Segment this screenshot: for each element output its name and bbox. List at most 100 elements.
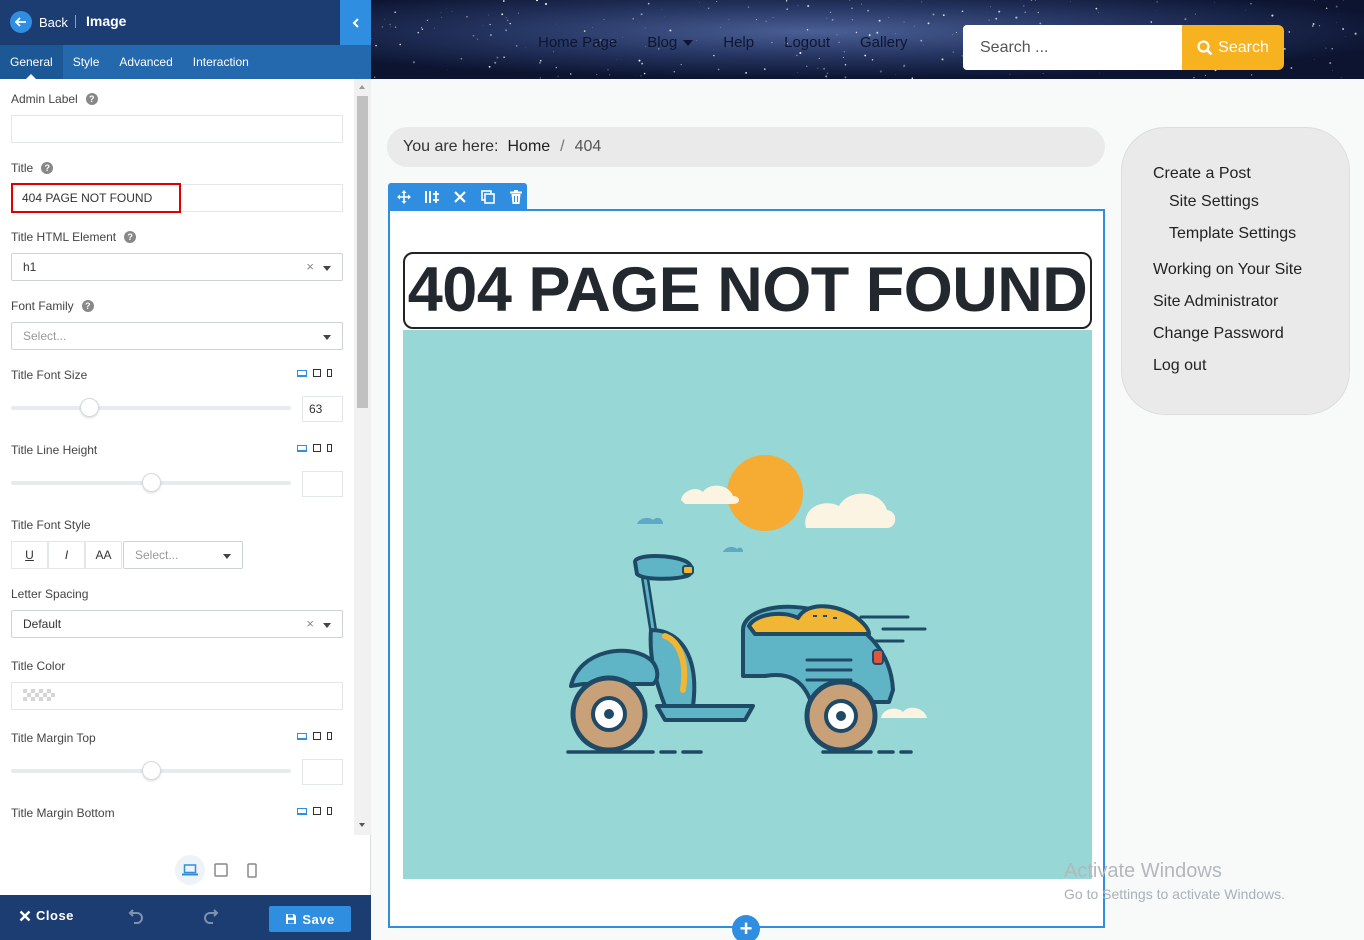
title-font-size-input[interactable]: 63 — [302, 396, 343, 422]
tab-style[interactable]: Style — [63, 45, 110, 79]
star — [525, 47, 526, 48]
breadcrumb-prefix: You are here: — [403, 138, 499, 155]
star — [373, 76, 376, 79]
search-button[interactable]: Search — [1182, 25, 1284, 70]
underline-button[interactable]: U — [11, 541, 48, 569]
star — [867, 9, 870, 12]
star — [1312, 23, 1315, 25]
nav-item-blog[interactable]: Blog — [647, 34, 694, 51]
menu-item-change-password[interactable]: Change Password — [1153, 325, 1284, 343]
tablet-icon[interactable] — [313, 807, 321, 815]
font-weight-select[interactable]: Select... — [123, 541, 243, 569]
star — [1193, 76, 1195, 79]
title-margin-top-input[interactable] — [302, 759, 343, 785]
undo-button[interactable] — [128, 907, 144, 930]
help-icon[interactable]: ? — [124, 231, 137, 243]
tab-interaction[interactable]: Interaction — [183, 45, 259, 79]
menu-item-create-post[interactable]: Create a Post — [1153, 165, 1251, 183]
close-icon — [19, 910, 31, 921]
add-element-button[interactable]: + — [732, 915, 760, 940]
star — [673, 70, 676, 73]
desktop-icon[interactable] — [297, 807, 307, 815]
title-margin-top-slider[interactable] — [11, 761, 291, 780]
italic-button[interactable]: I — [48, 541, 85, 569]
star — [1283, 47, 1286, 50]
save-button[interactable]: Save — [269, 906, 351, 932]
menu-item-log-out[interactable]: Log out — [1153, 357, 1206, 375]
tablet-icon[interactable] — [313, 444, 321, 452]
star — [942, 14, 945, 16]
search-input[interactable]: Search ... — [963, 25, 1183, 70]
collapse-panel-button[interactable] — [340, 0, 371, 45]
scroll-up-arrow-icon[interactable] — [359, 85, 365, 89]
star — [680, 63, 682, 66]
nav-item-gallery[interactable]: Gallery — [860, 34, 908, 51]
mobile-icon[interactable] — [327, 807, 332, 815]
mobile-icon[interactable] — [327, 732, 332, 740]
tab-advanced[interactable]: Advanced — [109, 45, 182, 79]
desktop-icon[interactable] — [297, 444, 307, 452]
tablet-icon[interactable] — [313, 732, 321, 740]
nav-label: Logout — [784, 34, 830, 51]
columns-settings-icon[interactable] — [423, 188, 441, 206]
admin-label-input[interactable] — [11, 115, 343, 143]
nav-item-home[interactable]: Home Page — [538, 34, 617, 51]
help-icon[interactable]: ? — [81, 300, 94, 312]
star — [505, 17, 507, 19]
tools-icon[interactable] — [451, 188, 469, 206]
scroll-thumb[interactable] — [357, 96, 368, 408]
clear-icon[interactable]: × — [306, 259, 314, 274]
image-element[interactable]: 404 PAGE NOT FOUND — [388, 209, 1105, 928]
nav-item-help[interactable]: Help — [723, 34, 754, 51]
breadcrumb-home-link[interactable]: Home — [507, 138, 550, 156]
title-input-highlight[interactable]: 404 PAGE NOT FOUND — [11, 183, 181, 213]
star — [603, 18, 605, 21]
star — [1023, 5, 1025, 7]
title-html-element-heading: Title HTML Element ? — [11, 230, 137, 244]
scroll-down-arrow-icon[interactable] — [359, 823, 365, 827]
nav-item-logout[interactable]: Logout — [784, 34, 830, 51]
uppercase-button[interactable]: AA — [85, 541, 122, 569]
font-family-select[interactable]: Select... — [11, 322, 343, 350]
scooter-illustration — [403, 330, 1092, 879]
title-html-element-select[interactable]: h1 × — [11, 253, 343, 281]
menu-item-working-on-site[interactable]: Working on Your Site — [1153, 261, 1302, 279]
star — [476, 38, 478, 40]
star — [609, 74, 611, 76]
mobile-icon[interactable] — [327, 369, 332, 377]
move-icon[interactable] — [395, 188, 413, 206]
settings-form: Admin Label ? Title ? 404 PAGE NOT FOUND… — [0, 79, 354, 835]
panel-scrollbar[interactable] — [354, 79, 371, 835]
help-icon[interactable]: ? — [85, 93, 98, 105]
back-button[interactable]: Back — [10, 10, 68, 34]
desktop-icon[interactable] — [297, 369, 307, 377]
tablet-preview-button[interactable] — [206, 855, 236, 885]
menu-item-site-administrator[interactable]: Site Administrator — [1153, 293, 1278, 311]
letter-spacing-select[interactable]: Default × — [11, 610, 343, 638]
tab-general[interactable]: General — [0, 45, 63, 80]
desktop-icon[interactable] — [297, 732, 307, 740]
slider-handle[interactable] — [80, 398, 100, 417]
title-line-height-input[interactable] — [302, 471, 343, 497]
redo-button[interactable] — [203, 907, 219, 930]
desktop-preview-button[interactable] — [175, 855, 205, 885]
site-header: Home Page Blog Help Logout Gallery Searc… — [371, 0, 1364, 79]
help-icon[interactable]: ? — [41, 162, 54, 174]
trash-icon[interactable] — [507, 188, 525, 206]
menu-item-site-settings[interactable]: Site Settings — [1169, 193, 1259, 211]
slider-handle[interactable] — [141, 761, 161, 780]
nav-label: Gallery — [860, 34, 908, 51]
tablet-icon[interactable] — [313, 369, 321, 377]
title-font-size-slider[interactable] — [11, 398, 291, 417]
menu-item-template-settings[interactable]: Template Settings — [1169, 225, 1296, 243]
star — [716, 0, 718, 2]
title-color-picker[interactable] — [11, 682, 343, 710]
duplicate-icon[interactable] — [479, 188, 497, 206]
clear-icon[interactable]: × — [306, 616, 314, 631]
star — [826, 72, 829, 75]
close-button[interactable]: Close — [19, 908, 74, 923]
mobile-preview-button[interactable] — [237, 855, 267, 885]
title-line-height-slider[interactable] — [11, 473, 291, 492]
mobile-icon[interactable] — [327, 444, 332, 452]
slider-handle[interactable] — [141, 473, 161, 492]
